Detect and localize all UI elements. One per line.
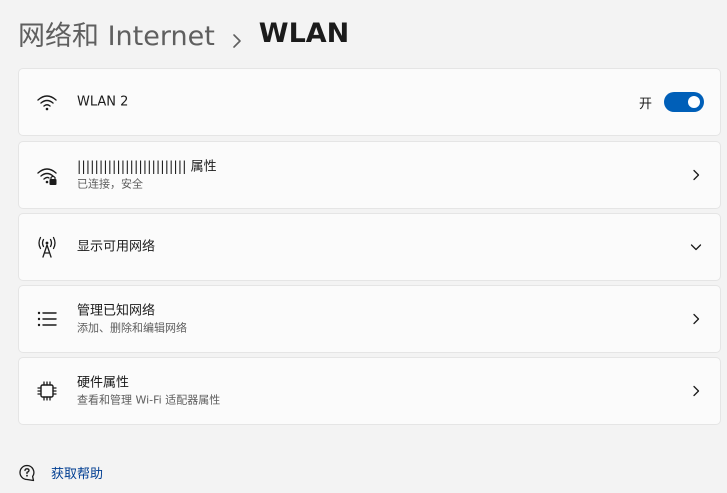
manage-known-networks-description: 添加、删除和编辑网络 [77, 321, 187, 335]
hardware-properties-title: 硬件属性 [77, 375, 130, 391]
toggle-state-label: 开 [638, 96, 652, 112]
connection-status: 已连接，安全 [77, 177, 143, 191]
hardware-properties-row[interactable]: 硬件属性 查看和管理 Wi-Fi 适配器属性 [18, 357, 721, 425]
chevron-down-icon [690, 241, 702, 253]
network-properties-title: ||||||||||||||||||||||||| 属性 [77, 159, 217, 175]
get-help-link[interactable]: 获取帮助 [18, 463, 103, 482]
chevron-right-icon [690, 385, 702, 397]
page-title: WLAN [258, 17, 350, 49]
network-properties-row[interactable]: ||||||||||||||||||||||||| 属性 已连接，安全 [18, 141, 721, 209]
hardware-properties-description: 查看和管理 Wi-Fi 适配器属性 [77, 393, 221, 407]
help-chat-icon [18, 464, 36, 482]
chip-icon [36, 380, 58, 402]
chevron-right-icon [231, 25, 243, 48]
settings-page: 网络和 Internet WLAN WLAN 2 开 |||||||||||||… [0, 0, 727, 493]
show-available-networks-row[interactable]: 显示可用网络 [18, 213, 721, 281]
wlan-toggle-switch[interactable] [664, 92, 704, 112]
wifi-lock-icon [36, 164, 58, 186]
chevron-right-icon [690, 169, 702, 181]
get-help-label[interactable]: 获取帮助 [51, 463, 103, 482]
manage-known-networks-row[interactable]: 管理已知网络 添加、删除和编辑网络 [18, 285, 721, 353]
manage-known-networks-title: 管理已知网络 [77, 303, 156, 319]
chevron-right-icon [690, 313, 702, 325]
breadcrumb-parent-link[interactable]: 网络和 Internet [18, 14, 215, 53]
antenna-icon [36, 236, 58, 258]
wlan-adapter-title: WLAN 2 [77, 94, 129, 110]
toggle-knob [688, 96, 700, 108]
show-available-networks-title: 显示可用网络 [77, 239, 156, 255]
wlan-toggle-group: 开 [639, 92, 704, 112]
list-icon [36, 308, 58, 330]
breadcrumb: 网络和 Internet WLAN [18, 14, 349, 52]
wlan-adapter-row: WLAN 2 开 [18, 68, 721, 136]
wifi-icon [36, 91, 58, 113]
